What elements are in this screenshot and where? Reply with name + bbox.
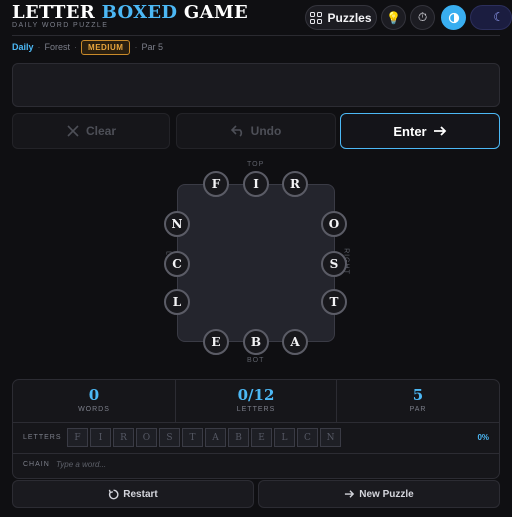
letter-tile: R — [113, 428, 134, 447]
letter-board: TOP BOT LEFT RIGHT F I R O S T E B A N C… — [163, 160, 350, 367]
stat-words: 0 WORDS — [13, 380, 175, 422]
letter-node-left[interactable]: N — [164, 211, 190, 237]
enter-button[interactable]: Enter — [340, 113, 500, 149]
board-square — [177, 184, 335, 342]
undo-button[interactable]: Undo — [176, 113, 336, 149]
puzzle-meta: Daily · Forest · MEDIUM · Par 5 — [12, 38, 163, 56]
timer-button[interactable]: ⏱ — [410, 5, 435, 30]
stat-words-label: WORDS — [78, 406, 110, 413]
stat-par: 5 PAR — [337, 380, 499, 422]
letter-tile: C — [297, 428, 318, 447]
undo-icon — [230, 125, 242, 137]
restart-icon — [108, 489, 119, 499]
letter-node-bottom[interactable]: E — [203, 329, 229, 355]
letter-tile: E — [251, 428, 272, 447]
difficulty-badge: MEDIUM — [81, 39, 131, 55]
undo-button-label: Undo — [250, 124, 282, 138]
clear-button[interactable]: Clear — [12, 113, 170, 149]
dark-mode-toggle[interactable]: ☾ — [470, 5, 512, 30]
letter-node-top[interactable]: I — [243, 171, 269, 197]
letter-node-left[interactable]: C — [164, 251, 190, 277]
arrow-right-icon — [433, 126, 446, 136]
theme-label: Forest — [44, 42, 71, 52]
letter-tile: S — [159, 428, 180, 447]
letter-tile: L — [274, 428, 295, 447]
stats-divider — [13, 453, 499, 454]
clear-button-label: Clear — [85, 124, 117, 138]
letter-node-right[interactable]: O — [321, 211, 347, 237]
letter-node-top[interactable]: F — [203, 171, 229, 197]
stopwatch-icon: ⏱ — [417, 10, 428, 24]
title-word-game: GAME — [183, 2, 249, 23]
stat-par-value: 5 — [412, 386, 424, 404]
letter-tile: N — [320, 428, 341, 447]
letter-node-right[interactable]: S — [321, 251, 347, 277]
hint-button[interactable]: 💡 — [381, 5, 406, 30]
letter-node-bottom[interactable]: B — [243, 329, 269, 355]
restart-button-label: Restart — [123, 488, 158, 500]
new-puzzle-button[interactable]: New Puzzle — [258, 480, 500, 508]
stat-par-label: PAR — [409, 406, 427, 413]
side-label-top: TOP — [247, 161, 265, 168]
letter-tile: T — [182, 428, 203, 447]
arrow-right-icon — [345, 490, 355, 498]
lightbulb-icon: 💡 — [386, 10, 401, 25]
meta-separator: · — [74, 42, 78, 52]
contrast-icon — [448, 12, 459, 23]
meta-separator: · — [134, 42, 138, 52]
stat-letters: 0/12 LETTERS — [175, 380, 337, 422]
contrast-button[interactable] — [441, 5, 466, 30]
moon-icon: ☾ — [493, 10, 504, 24]
letter-tile: O — [136, 428, 157, 447]
app-title: LETTER BOXED GAME — [12, 2, 248, 23]
restart-button[interactable]: Restart — [12, 480, 254, 508]
title-word-letter: LETTER — [12, 2, 96, 23]
title-word-boxed: BOXED — [101, 2, 178, 23]
enter-button-label: Enter — [393, 123, 427, 139]
letters-progress-percent: 0% — [477, 433, 489, 442]
letter-tile: I — [90, 428, 111, 447]
meta-separator: · — [37, 42, 41, 52]
app-header: LETTER BOXED GAME DAILY WORD PUZZLE Puzz… — [12, 2, 512, 34]
mode-label[interactable]: Daily — [12, 42, 34, 52]
puzzles-button[interactable]: Puzzles — [305, 5, 377, 30]
letter-tile: B — [228, 428, 249, 447]
letter-tile: F — [67, 428, 88, 447]
letter-node-bottom[interactable]: A — [282, 329, 308, 355]
stat-letters-label: LETTERS — [236, 406, 276, 413]
side-label-bottom: BOT — [247, 357, 265, 364]
stats-divider — [13, 422, 499, 423]
close-icon — [67, 125, 79, 137]
stats-panel: 0 WORDS 0/12 LETTERS 5 PAR LETTERS F I R… — [12, 379, 500, 479]
chain-placeholder: Type a word... — [56, 460, 107, 469]
letter-node-top[interactable]: R — [282, 171, 308, 197]
new-puzzle-button-label: New Puzzle — [359, 488, 414, 500]
stat-letters-value: 0/12 — [237, 386, 275, 404]
header-divider — [12, 35, 500, 36]
letter-tile: A — [205, 428, 226, 447]
word-input[interactable] — [12, 63, 500, 107]
puzzles-button-label: Puzzles — [327, 10, 372, 25]
stat-words-value: 0 — [88, 386, 100, 404]
letter-node-right[interactable]: T — [321, 289, 347, 315]
letter-node-left[interactable]: L — [164, 289, 190, 315]
letters-tiles: F I R O S T A B E L C N — [67, 428, 341, 447]
par-label: Par 5 — [141, 42, 163, 52]
letters-row-label: LETTERS — [23, 434, 62, 441]
chain-row-label: CHAIN — [23, 461, 50, 468]
grid-icon — [310, 11, 323, 24]
app-subtitle: DAILY WORD PUZZLE — [12, 22, 109, 29]
